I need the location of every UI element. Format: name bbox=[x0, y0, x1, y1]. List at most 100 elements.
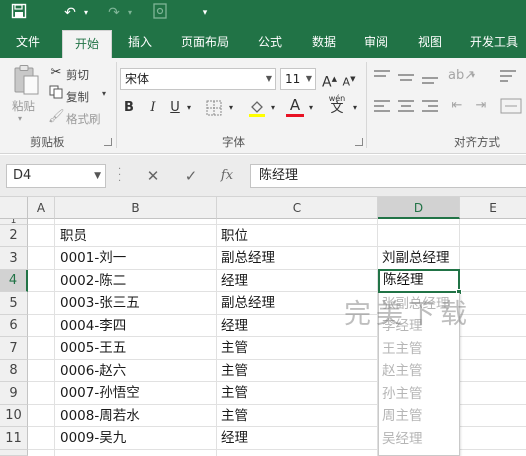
paste-icon[interactable] bbox=[12, 64, 40, 96]
autocomplete-item[interactable]: 赵主管 bbox=[382, 360, 423, 382]
cell-b3[interactable]: 0001-刘一 bbox=[60, 247, 126, 269]
align-right-icon[interactable] bbox=[422, 100, 440, 114]
paste-dropdown-icon[interactable]: ▾ bbox=[18, 114, 22, 123]
tab-view[interactable]: 视图 bbox=[408, 26, 452, 58]
enter-icon[interactable]: ✓ bbox=[180, 165, 202, 187]
column-header-e[interactable]: E bbox=[460, 197, 526, 219]
redo-dropdown-icon[interactable]: ▾ bbox=[125, 3, 135, 23]
redo-icon[interactable]: ↷ bbox=[104, 3, 124, 23]
column-header-d[interactable]: D bbox=[378, 197, 460, 219]
select-all-corner[interactable] bbox=[0, 197, 28, 219]
increase-indent-icon[interactable]: ⇥ bbox=[472, 96, 490, 116]
row-header-4[interactable]: 4 bbox=[0, 270, 28, 292]
column-header-c[interactable]: C bbox=[217, 197, 378, 219]
insert-function-button[interactable]: fx bbox=[216, 165, 238, 187]
copy-dropdown-icon[interactable]: ▾ bbox=[102, 89, 106, 98]
format-painter-icon[interactable]: 🖌 bbox=[48, 107, 65, 127]
cell-b10[interactable]: 0008-周若水 bbox=[60, 405, 140, 427]
middle-align-icon[interactable] bbox=[398, 70, 416, 84]
format-painter-button[interactable]: 格式刷 bbox=[66, 111, 101, 127]
bold-button[interactable]: B bbox=[122, 98, 136, 118]
row-header-3[interactable]: 3 bbox=[0, 247, 28, 270]
row-header-5[interactable]: 5 bbox=[0, 292, 28, 315]
paste-button[interactable]: 粘贴 bbox=[12, 98, 35, 114]
font-size-select[interactable]: 11 ▼ bbox=[280, 68, 316, 90]
fill-color-dropdown-icon[interactable]: ▾ bbox=[268, 98, 278, 118]
tab-review[interactable]: 审阅 bbox=[354, 26, 398, 58]
cell-b4[interactable]: 0002-陈二 bbox=[60, 270, 126, 292]
row-header-9[interactable]: 9 bbox=[0, 382, 28, 405]
tab-page-layout[interactable]: 页面布局 bbox=[170, 26, 240, 58]
borders-icon[interactable] bbox=[206, 100, 222, 116]
formula-bar-resize-handle[interactable]: · · · bbox=[118, 165, 122, 187]
cancel-icon[interactable]: ✕ bbox=[142, 165, 164, 187]
tab-file[interactable]: 文件 bbox=[6, 26, 50, 58]
row-header-11[interactable]: 11 bbox=[0, 427, 28, 450]
autocomplete-item[interactable]: 吴经理 bbox=[382, 428, 423, 450]
tab-home[interactable]: 开始 bbox=[62, 30, 112, 58]
cell-c4[interactable]: 经理 bbox=[221, 270, 248, 292]
wrap-text-icon[interactable] bbox=[500, 68, 518, 84]
autocomplete-item[interactable]: 王主管 bbox=[382, 338, 423, 360]
cell-b11[interactable]: 0009-吴九 bbox=[60, 427, 126, 449]
decrease-font-button[interactable]: A▼ bbox=[342, 69, 356, 93]
cell-c8[interactable]: 主管 bbox=[221, 360, 248, 382]
cell-c11[interactable]: 经理 bbox=[221, 427, 248, 449]
name-box[interactable]: D4 ▼ bbox=[6, 164, 106, 188]
font-name-select[interactable]: 宋体 ▼ bbox=[120, 68, 276, 90]
tab-data[interactable]: 数据 bbox=[302, 26, 346, 58]
cell-c6[interactable]: 经理 bbox=[221, 315, 248, 337]
autocomplete-item[interactable]: 周主管 bbox=[382, 405, 423, 427]
font-launcher-icon[interactable] bbox=[355, 138, 363, 146]
font-color-button[interactable]: A bbox=[288, 95, 302, 115]
cell-b7[interactable]: 0005-王五 bbox=[60, 337, 126, 359]
phonetic-dropdown-icon[interactable]: ▾ bbox=[350, 98, 360, 118]
tab-developer[interactable]: 开发工具 bbox=[462, 26, 526, 58]
bottom-align-icon[interactable] bbox=[422, 70, 440, 84]
copy-icon[interactable] bbox=[48, 85, 64, 106]
cell-d3[interactable]: 刘副总经理 bbox=[382, 247, 450, 269]
row-header-2[interactable]: 2 bbox=[0, 225, 28, 247]
row-header-7[interactable]: 7 bbox=[0, 337, 28, 360]
phonetic-button[interactable]: wén 文 bbox=[326, 94, 348, 115]
align-center-icon[interactable] bbox=[398, 100, 416, 114]
column-header-b[interactable]: B bbox=[55, 197, 217, 219]
tab-formulas[interactable]: 公式 bbox=[248, 26, 292, 58]
align-left-icon[interactable] bbox=[374, 100, 392, 114]
undo-icon[interactable]: ↶ bbox=[60, 3, 80, 23]
underline-dropdown-icon[interactable]: ▾ bbox=[184, 98, 194, 118]
cell-c9[interactable]: 主管 bbox=[221, 382, 248, 404]
orientation-icon[interactable]: ab↗ bbox=[448, 66, 475, 86]
clipboard-launcher-icon[interactable] bbox=[104, 138, 112, 146]
row-header-6[interactable]: 6 bbox=[0, 315, 28, 337]
row-header-12[interactable] bbox=[0, 450, 28, 456]
cell-b5[interactable]: 0003-张三五 bbox=[60, 292, 140, 314]
undo-dropdown-icon[interactable]: ▾ bbox=[81, 3, 91, 23]
cut-icon[interactable]: ✂ bbox=[48, 63, 64, 83]
orientation-dropdown-icon[interactable]: ▾ bbox=[468, 66, 478, 86]
italic-button[interactable]: I bbox=[146, 98, 160, 118]
customize-qat-icon[interactable]: ▾ bbox=[198, 3, 212, 23]
row-header-10[interactable]: 10 bbox=[0, 405, 28, 427]
cell-c3[interactable]: 副总经理 bbox=[221, 247, 275, 269]
cell-b2[interactable]: 职员 bbox=[60, 225, 87, 247]
formula-input[interactable]: 陈经理 bbox=[250, 164, 526, 188]
merge-center-icon[interactable] bbox=[500, 98, 522, 114]
cell-c10[interactable]: 主管 bbox=[221, 405, 248, 427]
cut-button[interactable]: 剪切 bbox=[66, 67, 89, 83]
borders-dropdown-icon[interactable]: ▾ bbox=[226, 98, 236, 118]
font-color-dropdown-icon[interactable]: ▾ bbox=[306, 98, 316, 118]
column-header-a[interactable]: A bbox=[28, 197, 55, 219]
fill-color-icon[interactable] bbox=[248, 98, 266, 118]
decrease-indent-icon[interactable]: ⇤ bbox=[448, 96, 466, 116]
copy-button[interactable]: 复制 bbox=[66, 89, 89, 105]
autocomplete-item[interactable]: 孙主管 bbox=[382, 383, 423, 405]
cell-c2[interactable]: 职位 bbox=[221, 225, 248, 247]
touch-mode-icon[interactable] bbox=[150, 3, 170, 23]
active-cell-d4[interactable]: 陈经理 bbox=[378, 269, 460, 293]
cell-b6[interactable]: 0004-李四 bbox=[60, 315, 126, 337]
cell-b8[interactable]: 0006-赵六 bbox=[60, 360, 126, 382]
save-icon[interactable] bbox=[10, 3, 28, 23]
tab-insert[interactable]: 插入 bbox=[118, 26, 162, 58]
cell-c7[interactable]: 主管 bbox=[221, 337, 248, 359]
